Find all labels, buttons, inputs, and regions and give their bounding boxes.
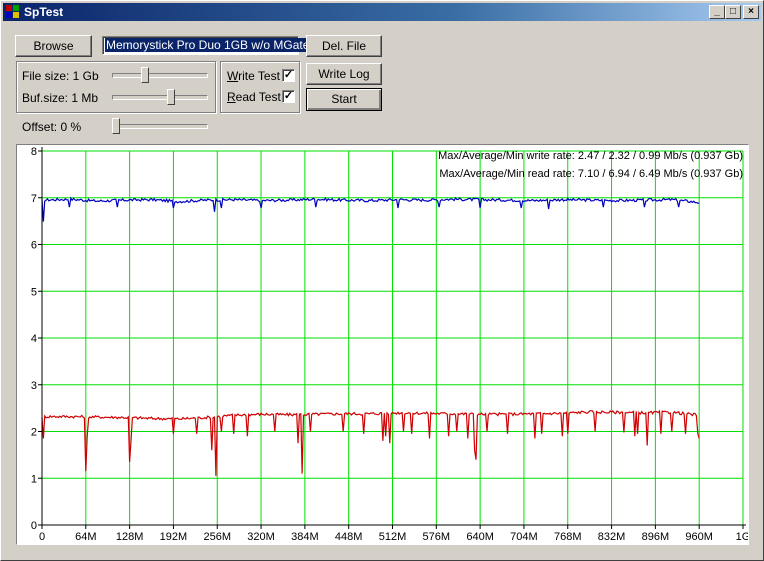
y-tick-label-6: 6: [31, 240, 37, 252]
y-tick-label-3: 3: [31, 380, 37, 392]
x-tick-label-1: 64M: [75, 531, 96, 543]
buf-size-slider-thumb[interactable]: [166, 89, 175, 105]
x-tick-label-3: 192M: [160, 531, 188, 543]
y-tick-label-4: 4: [31, 333, 37, 345]
write-log-button-label: Write Log: [318, 67, 370, 81]
y-tick-label-7: 7: [31, 193, 37, 205]
write-test-checkbox[interactable]: ✓: [282, 69, 295, 82]
y-tick-label-0: 0: [31, 520, 37, 532]
buf-size-slider[interactable]: [112, 87, 208, 107]
start-button[interactable]: Start: [306, 88, 382, 111]
file-size-label: File size: 1 Gb: [22, 69, 99, 83]
rate-chart: 0 1 2 3 4 5 6 7 8 0 64M 128M 192M 256M 320M 384M 448M 512…: [31, 146, 750, 543]
offset-label: Offset: 0 %: [22, 120, 82, 134]
y-tick-label-5: 5: [31, 286, 37, 298]
x-tick-label-13: 832M: [598, 531, 626, 543]
x-tick-label-8: 512M: [379, 531, 407, 543]
x-tick-label-14: 896M: [642, 531, 670, 543]
y-tick-label-2: 2: [31, 427, 37, 439]
offset-slider-thumb[interactable]: [112, 118, 120, 134]
x-tick-label-6: 384M: [291, 531, 319, 543]
x-tick-label-4: 256M: [203, 531, 231, 543]
start-button-label: Start: [331, 92, 357, 106]
file-size-slider[interactable]: [112, 65, 208, 85]
y-tick-label-8: 8: [31, 146, 37, 158]
x-tick-label-11: 704M: [510, 531, 538, 543]
y-tick-label-1: 1: [31, 473, 37, 485]
write-test-label: Write Test: [227, 69, 280, 83]
file-name-input[interactable]: Memorystick Pro Duo 1GB w/o MGate: [102, 36, 311, 55]
title-bar[interactable]: SpTest _ □ ×: [3, 3, 761, 21]
write-test-check-mark: ✓: [283, 69, 294, 81]
browse-button-label: Browse: [33, 39, 74, 53]
file-size-slider-thumb[interactable]: [141, 67, 150, 83]
read-test-label: Read Test: [227, 90, 281, 104]
sptest-window: SpTest _ □ × Browse Memorystick Pro Duo …: [0, 0, 764, 561]
x-tick-label-15: 960M: [685, 531, 713, 543]
del-file-button[interactable]: Del. File: [306, 35, 382, 57]
read-rate-series-line: [41, 196, 700, 222]
x-tick-label-10: 640M: [466, 531, 494, 543]
window-title: SpTest: [24, 5, 64, 19]
x-tick-label-9: 576M: [423, 531, 451, 543]
write-log-button[interactable]: Write Log: [306, 63, 382, 85]
offset-slider[interactable]: [112, 116, 208, 136]
write-rate-series-line: [41, 409, 700, 476]
maximize-button[interactable]: □: [725, 5, 741, 19]
close-button[interactable]: ×: [743, 5, 759, 19]
minimize-button[interactable]: _: [709, 5, 725, 19]
x-tick-label-0: 0: [39, 531, 45, 543]
file-size-slider-track: [112, 73, 208, 78]
x-tick-label-16: 1G: [736, 531, 748, 543]
x-tick-label-5: 320M: [247, 531, 275, 543]
read-test-check-mark: ✓: [283, 90, 294, 102]
del-file-button-label: Del. File: [321, 39, 366, 53]
read-rate-annotation: Max/Average/Min read rate: 7.10 / 6.94 /…: [439, 168, 743, 180]
browse-button[interactable]: Browse: [15, 35, 92, 57]
file-name-text: Memorystick Pro Duo 1GB w/o MGate: [105, 38, 311, 52]
x-tick-label-7: 448M: [335, 531, 363, 543]
read-test-checkbox[interactable]: ✓: [282, 90, 295, 103]
buf-size-label: Buf.size: 1 Mb: [22, 91, 99, 105]
write-rate-annotation: Max/Average/Min write rate: 2.47 / 2.32 …: [438, 150, 743, 162]
x-tick-label-12: 768M: [554, 531, 582, 543]
offset-slider-track: [112, 124, 208, 129]
app-icon: [6, 5, 20, 19]
x-tick-label-2: 128M: [116, 531, 144, 543]
buf-size-slider-track: [112, 95, 208, 100]
rate-chart-panel: 0 1 2 3 4 5 6 7 8 0 64M 128M 192M 256M 320M 384M 448M 512…: [16, 144, 750, 545]
